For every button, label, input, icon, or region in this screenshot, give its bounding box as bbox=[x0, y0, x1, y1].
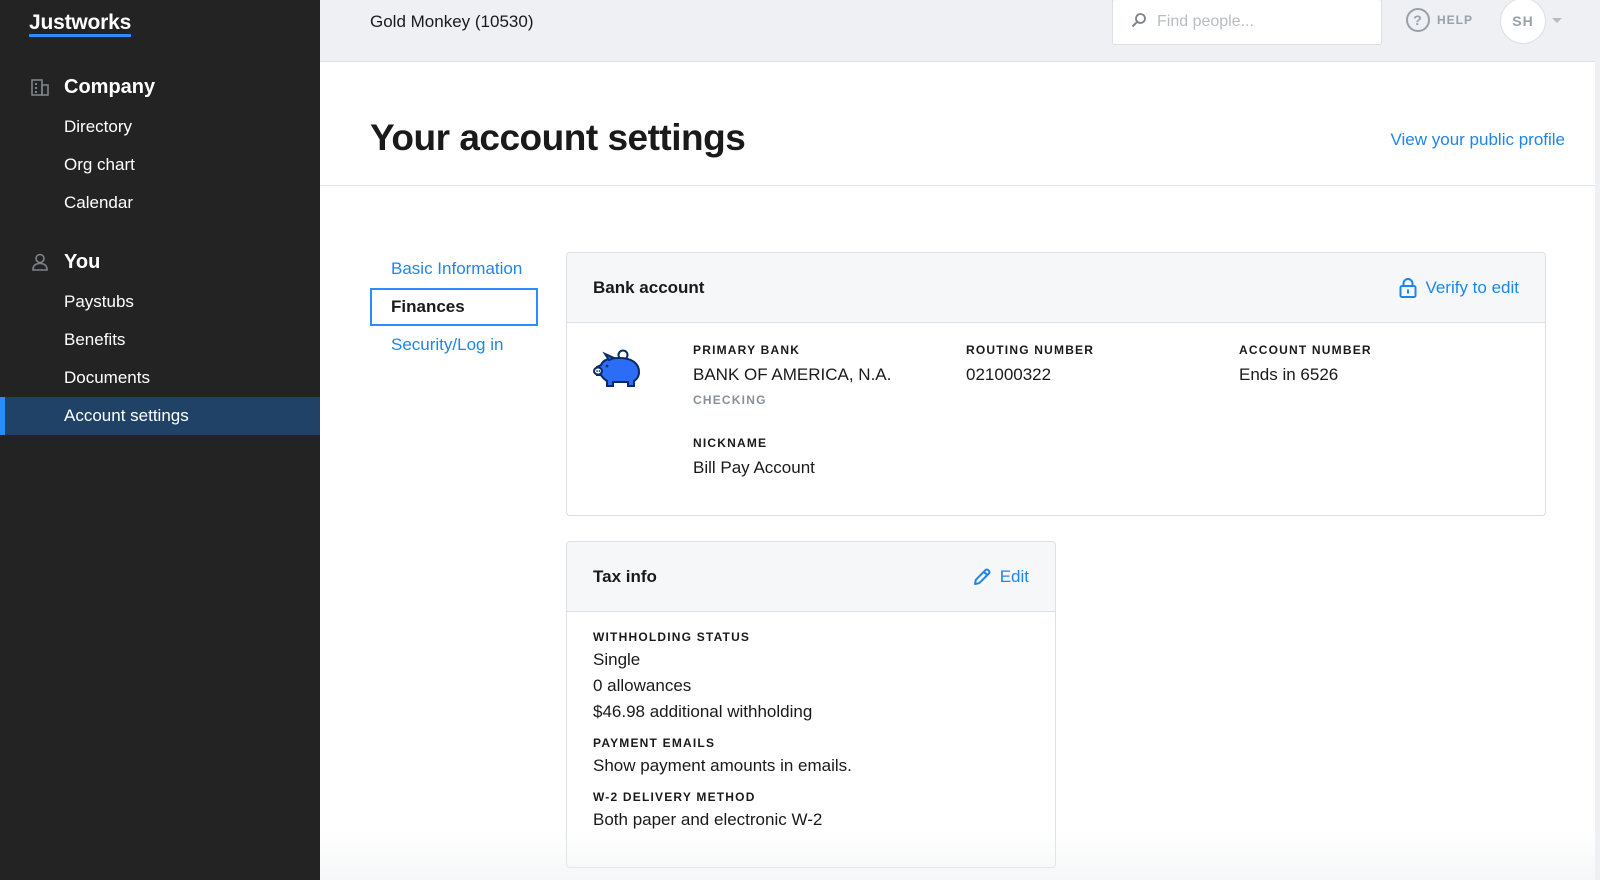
lock-icon bbox=[1399, 277, 1417, 298]
page-title: Your account settings bbox=[370, 117, 746, 158]
withholding-label: WITHHOLDING STATUS bbox=[593, 630, 751, 644]
search-input[interactable] bbox=[1157, 13, 1377, 31]
w2-delivery-block: W-2 DELIVERY METHOD Both paper and elect… bbox=[593, 790, 1029, 830]
piggy-bank-icon bbox=[593, 349, 643, 394]
sidebar: Justworks Company Directory Org chart Ca… bbox=[0, 0, 320, 880]
primary-bank-value: BANK OF AMERICA, N.A. bbox=[693, 365, 892, 384]
nav-head-you[interactable]: You bbox=[0, 247, 320, 277]
verify-to-edit-button[interactable]: Verify to edit bbox=[1399, 278, 1519, 298]
bank-account-card: Bank account Verify to edit PRIMARY BANK… bbox=[566, 252, 1546, 516]
sidebar-item-documents[interactable]: Documents bbox=[0, 359, 320, 397]
withholding-line: 0 allowances bbox=[593, 676, 692, 695]
nav-head-label: You bbox=[64, 250, 101, 273]
routing-number-field: ROUTING NUMBER 021000322 bbox=[966, 343, 1094, 385]
primary-bank-field: PRIMARY BANK BANK OF AMERICA, N.A. CHECK… bbox=[693, 343, 891, 407]
sidebar-item-account-settings[interactable]: Account settings bbox=[0, 397, 320, 435]
payment-emails-value: Show payment amounts in emails. bbox=[593, 756, 852, 775]
tax-info-card: Tax info Edit WITHHOLDING STATUS Single … bbox=[566, 541, 1056, 868]
help-button[interactable]: ? HELP bbox=[1406, 8, 1473, 32]
nav-head-label: Company bbox=[64, 75, 156, 98]
pencil-icon bbox=[973, 568, 991, 585]
nav-section-company: Company Directory Org chart Calendar bbox=[0, 72, 320, 222]
sidebar-item-directory[interactable]: Directory bbox=[0, 108, 320, 146]
top-bar: Gold Monkey (10530) ? HELP SH bbox=[320, 0, 1600, 62]
tab-basic-information[interactable]: Basic Information bbox=[370, 250, 538, 288]
account-number-value: Ends in 6526 bbox=[1239, 365, 1339, 384]
card-header: Tax info Edit bbox=[567, 542, 1055, 612]
tax-info-body: WITHHOLDING STATUS Single 0 allowances $… bbox=[567, 612, 1055, 830]
routing-number-value: 021000322 bbox=[966, 365, 1052, 384]
w2-delivery-value: Both paper and electronic W-2 bbox=[593, 810, 823, 829]
nickname-label: NICKNAME bbox=[693, 436, 768, 450]
card-title: Tax info bbox=[593, 566, 657, 586]
card-title: Bank account bbox=[593, 277, 705, 297]
building-icon bbox=[30, 77, 50, 97]
payment-emails-label: PAYMENT EMAILS bbox=[593, 736, 716, 750]
help-label: HELP bbox=[1437, 13, 1474, 27]
nav-section-you: You Paystubs Benefits Documents Account … bbox=[0, 247, 320, 435]
w2-delivery-label: W-2 DELIVERY METHOD bbox=[593, 790, 756, 804]
sidebar-item-org-chart[interactable]: Org chart bbox=[0, 146, 320, 184]
nickname-field: NICKNAME Bill Pay Account bbox=[693, 436, 815, 478]
card-header: Bank account Verify to edit bbox=[567, 253, 1545, 323]
nav-head-company[interactable]: Company bbox=[0, 72, 320, 102]
app-logo[interactable]: Justworks bbox=[29, 12, 131, 37]
sidebar-item-calendar[interactable]: Calendar bbox=[0, 184, 320, 222]
person-icon bbox=[30, 252, 50, 272]
help-icon: ? bbox=[1406, 8, 1430, 32]
search-box[interactable] bbox=[1112, 0, 1382, 45]
withholding-block: WITHHOLDING STATUS Single 0 allowances $… bbox=[593, 630, 1029, 722]
withholding-line: Single bbox=[593, 650, 641, 669]
tab-finances[interactable]: Finances bbox=[370, 288, 538, 326]
nickname-value: Bill Pay Account bbox=[693, 458, 815, 477]
window-edge bbox=[1595, 0, 1600, 880]
page-header: Your account settings View your public p… bbox=[320, 62, 1595, 186]
payment-emails-block: PAYMENT EMAILS Show payment amounts in e… bbox=[593, 736, 1029, 776]
account-type: CHECKING bbox=[693, 393, 767, 407]
account-number-label: ACCOUNT NUMBER bbox=[1239, 343, 1372, 357]
search-icon bbox=[1131, 12, 1147, 33]
routing-number-label: ROUTING NUMBER bbox=[966, 343, 1095, 357]
avatar[interactable]: SH bbox=[1500, 0, 1546, 44]
sidebar-item-benefits[interactable]: Benefits bbox=[0, 321, 320, 359]
verify-to-edit-label: Verify to edit bbox=[1425, 277, 1519, 297]
edit-button[interactable]: Edit bbox=[972, 567, 1029, 587]
company-name: Gold Monkey (10530) bbox=[370, 12, 534, 31]
tab-security-login[interactable]: Security/Log in bbox=[370, 326, 538, 364]
withholding-line: $46.98 additional withholding bbox=[593, 702, 813, 721]
settings-subnav: Basic Information Finances Security/Log … bbox=[370, 250, 538, 364]
primary-bank-label: PRIMARY BANK bbox=[693, 343, 801, 357]
chevron-down-icon[interactable] bbox=[1552, 18, 1562, 23]
sidebar-item-paystubs[interactable]: Paystubs bbox=[0, 283, 320, 321]
edit-label: Edit bbox=[999, 566, 1029, 586]
view-public-profile-link[interactable]: View your public profile bbox=[1391, 130, 1566, 150]
account-number-field: ACCOUNT NUMBER Ends in 6526 bbox=[1239, 343, 1372, 385]
